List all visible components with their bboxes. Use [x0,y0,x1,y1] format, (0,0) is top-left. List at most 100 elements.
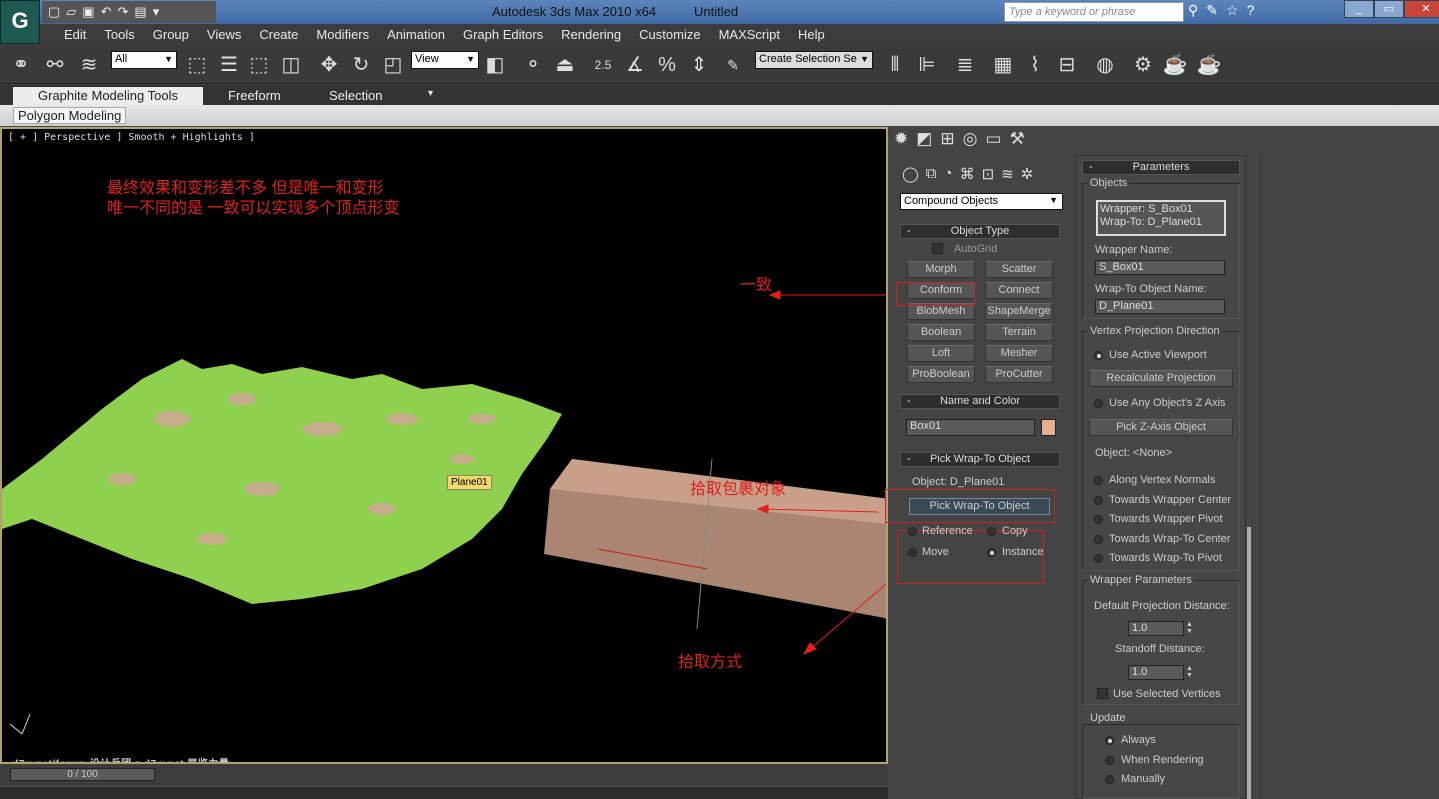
radio-copy[interactable] [987,527,996,536]
object-type-button-connect[interactable]: Connect [985,282,1053,299]
select-manipulate-icon[interactable]: ⚬ [520,52,546,78]
link-icon[interactable]: ⚭ [8,52,34,78]
radio-direction[interactable] [1094,495,1103,505]
radio-use-active-viewport[interactable] [1094,351,1103,360]
new-icon[interactable]: ▢ [48,4,60,20]
radio-update-when-rendering[interactable] [1105,756,1114,765]
menu-graph-editors[interactable]: Graph Editors [454,24,552,46]
mirror-icon[interactable]: ⫴ [882,52,908,78]
list-item[interactable]: Wrapper: S_Box01 [1100,203,1222,216]
pick-wrap-rollout-header[interactable]: - Pick Wrap-To Object [900,452,1060,467]
app-menu-button[interactable]: G [0,0,40,44]
unlink-icon[interactable]: ⚯ [42,52,68,78]
menu-help[interactable]: Help [789,24,834,46]
wrapper-name-field[interactable]: S_Box01 [1095,260,1225,275]
open-icon[interactable]: ▱ [66,4,76,20]
helpers-icon[interactable]: ⊡ [982,165,995,183]
object-type-button-boolean[interactable]: Boolean [907,324,975,341]
window-crossing-icon[interactable]: ◫ [278,52,304,78]
display-tab-icon[interactable]: ▭ [985,129,1001,149]
radio-instance[interactable] [987,548,996,557]
name-color-rollout-header[interactable]: - Name and Color [900,394,1060,409]
dropdown-icon[interactable]: ▾ [153,4,160,20]
rotate-icon[interactable]: ↻ [348,52,374,78]
radio-direction[interactable] [1094,515,1103,524]
help-search-input[interactable]: Type a keyword or phrase [1004,2,1184,22]
radio-direction[interactable] [1094,534,1103,544]
menu-rendering[interactable]: Rendering [552,24,630,46]
undo-icon[interactable]: ↶ [101,4,112,20]
utilities-tab-icon[interactable]: ⚒ [1009,129,1024,149]
object-label-plane01[interactable]: Plane01 [447,475,492,490]
shapes-icon[interactable]: ⧉ [926,165,937,183]
maximize-button[interactable]: ▭ [1374,0,1404,18]
snaps-toggle-icon[interactable]: 2.5 [590,52,616,78]
curve-editor-icon[interactable]: ⌇ [1022,52,1048,78]
track-bar[interactable] [0,786,888,799]
object-type-button-scatter[interactable]: Scatter [985,261,1053,278]
align-icon[interactable]: ⊫ [914,52,940,78]
spacewarps-icon[interactable]: ≋ [1001,165,1014,183]
object-type-button-terrain[interactable]: Terrain [985,324,1053,341]
time-slider-handle[interactable]: 0 / 100 [10,768,155,781]
select-object-icon[interactable]: ⬚ [184,52,210,78]
ribbon-options-icon[interactable]: ▾ [428,87,433,105]
menu-create[interactable]: Create [250,24,307,46]
default-projection-spinner[interactable]: 1.0 [1128,621,1184,636]
standoff-distance-spinner[interactable]: 1.0 [1128,665,1184,680]
pick-z-axis-object-button[interactable]: Pick Z-Axis Object [1089,419,1233,436]
object-color-swatch[interactable] [1041,419,1056,436]
radio-update-manually[interactable] [1105,775,1114,784]
menu-views[interactable]: Views [198,24,250,46]
pivot-center-icon[interactable]: ◧ [482,52,508,78]
wrapto-name-field[interactable]: D_Plane01 [1095,299,1225,314]
object-type-button-loft[interactable]: Loft [907,345,975,362]
tab-freeform[interactable]: Freeform [228,87,281,105]
keyboard-shortcut-icon[interactable]: ⏏ [552,52,578,78]
angle-snap-icon[interactable]: ∡ [622,52,648,78]
objects-list[interactable]: Wrapper: S_Box01 Wrap-To: D_Plane01 [1096,200,1226,236]
layer-manager-icon[interactable]: ≣ [952,52,978,78]
perspective-viewport[interactable]: [ + ] Perspective ] Smooth + Highlights … [0,127,888,764]
help-icon[interactable]: ? [1247,2,1255,19]
radio-update-always[interactable] [1105,736,1114,745]
radio-use-any-z[interactable] [1094,399,1103,408]
material-editor-icon[interactable]: ◍ [1092,52,1118,78]
selection-filter-dropdown[interactable]: All [111,51,177,69]
radio-move[interactable] [908,548,917,557]
schematic-view-icon[interactable]: ⊟ [1054,52,1080,78]
bind-spacewarp-icon[interactable]: ≋ [76,52,102,78]
tab-selection[interactable]: Selection [329,87,382,105]
radio-reference[interactable] [908,527,917,536]
cameras-icon[interactable]: ⌘ [960,165,975,183]
object-type-button-procutter[interactable]: ProCutter [985,366,1053,383]
menu-animation[interactable]: Animation [378,24,454,46]
hierarchy-tab-icon[interactable]: ⊞ [940,129,954,149]
object-name-input[interactable]: Box01 [906,419,1035,436]
percent-snap-icon[interactable]: % [654,52,680,78]
list-item[interactable]: Wrap-To: D_Plane01 [1100,216,1222,229]
object-type-button-proboolean[interactable]: ProBoolean [907,366,975,383]
parameters-rollout-header[interactable]: - Parameters [1082,160,1240,175]
rectangle-selection-icon[interactable]: ⬚ [246,52,272,78]
object-type-button-morph[interactable]: Morph [907,261,975,278]
close-button[interactable]: ✕ [1404,0,1439,18]
menu-customize[interactable]: Customize [630,24,709,46]
tools-icon[interactable]: ✎ [1206,2,1218,19]
edit-named-selection-icon[interactable]: ✎ [720,52,746,78]
rendered-frame-icon[interactable]: ☕ [1162,52,1188,78]
star-icon[interactable]: ☆ [1226,2,1239,19]
render-setup-icon[interactable]: ⚙ [1130,52,1156,78]
radio-direction[interactable] [1094,476,1103,485]
named-selection-dropdown[interactable]: Create Selection Se [755,51,873,69]
category-dropdown[interactable]: Compound Objects ▼ [900,193,1063,210]
select-by-name-icon[interactable]: ☰ [216,52,242,78]
tab-graphite-modeling-tools[interactable]: Graphite Modeling Tools [13,87,203,105]
reference-coordinate-dropdown[interactable]: View [411,51,479,69]
systems-icon[interactable]: ✲ [1021,165,1034,183]
menu-edit[interactable]: Edit [55,24,95,46]
spinner-snap-icon[interactable]: ⇕ [686,52,712,78]
render-production-icon[interactable]: ☕ [1196,52,1222,78]
move-icon[interactable]: ✥ [316,52,342,78]
time-slider[interactable]: 0 / 100 [0,764,888,799]
